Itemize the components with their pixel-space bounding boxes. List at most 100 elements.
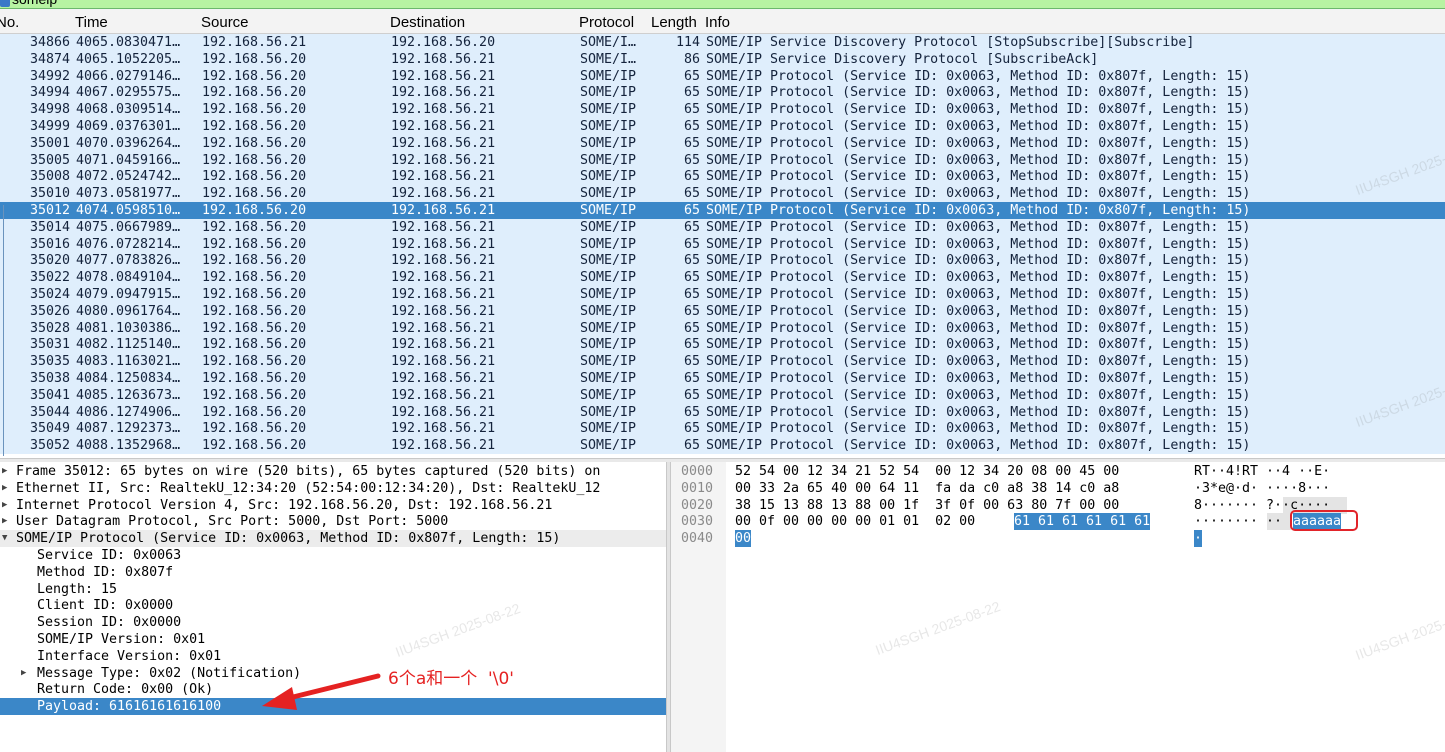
packet-destination: 192.168.56.21 xyxy=(391,169,496,185)
detail-label: Client ID: 0x0000 xyxy=(37,598,174,614)
packet-destination: 192.168.56.21 xyxy=(391,219,496,235)
detail-label: Message Type: 0x02 (Notification) xyxy=(37,665,302,681)
column-header-destination[interactable]: Destination xyxy=(390,14,465,31)
packet-row[interactable]: 35031 4082.1125140… 192.168.56.20 192.168.5… xyxy=(0,336,1445,354)
packet-row[interactable]: 35022 4078.0849104… 192.168.56.20 192.168.5… xyxy=(0,269,1445,287)
packet-no: 35016 xyxy=(29,236,70,252)
packet-length: 65 xyxy=(683,203,700,218)
packet-time: 4077.0783826… xyxy=(76,253,181,269)
packet-row[interactable]: 35038 4084.1250834… 192.168.56.20 192.168.5… xyxy=(0,370,1445,387)
detail-row[interactable]: Length: 15 xyxy=(0,581,666,598)
packet-row[interactable]: 35014 4075.0667989… 192.168.56.20 192.168.5… xyxy=(0,218,1445,236)
detail-row[interactable]: Service ID: 0x0063 xyxy=(0,547,666,564)
detail-row[interactable]: ▶ Frame 35012: 65 bytes on wire (520 bits… xyxy=(0,463,666,480)
display-filter-input[interactable]: someip xyxy=(12,0,57,7)
column-header-protocol[interactable]: Protocol xyxy=(579,14,634,31)
packet-source: 192.168.56.20 xyxy=(202,320,307,336)
packet-row[interactable]: 35041 4085.1263673… 192.168.56.20 192.168.5… xyxy=(0,386,1445,404)
packet-source: 192.168.56.20 xyxy=(202,354,307,370)
detail-label: Internet Protocol Version 4, Src: 192.16… xyxy=(16,497,553,513)
packet-destination: 192.168.56.21 xyxy=(391,102,496,118)
detail-row[interactable]: Client ID: 0x0000 xyxy=(0,597,666,614)
packet-source: 192.168.56.20 xyxy=(202,421,307,437)
packet-protocol: SOME/IP xyxy=(580,68,637,84)
packet-row[interactable]: 35010 4073.0581977… 192.168.56.20 192.168.5… xyxy=(0,185,1445,203)
packet-length: 65 xyxy=(683,354,700,370)
collapse-arrow-icon[interactable]: ▼ xyxy=(2,530,7,547)
detail-row[interactable]: ▶ Ethernet II, Src: RealtekU_12:34:20 (52… xyxy=(0,480,666,497)
packet-row[interactable]: 35028 4081.1030386… 192.168.56.20 192.168.5… xyxy=(0,319,1445,337)
expand-arrow-icon[interactable]: ▶ xyxy=(2,497,7,514)
packet-source: 192.168.56.20 xyxy=(202,68,307,84)
detail-row[interactable]: ▶ Message Type: 0x02 (Notification) xyxy=(0,665,666,682)
column-header-time[interactable]: Time xyxy=(75,14,108,31)
packet-time: 4067.0295575… xyxy=(76,85,181,101)
expand-arrow-icon[interactable]: ▶ xyxy=(21,665,26,682)
packet-row[interactable]: 35008 4072.0524742… 192.168.56.20 192.168.5… xyxy=(0,168,1445,186)
packet-length: 65 xyxy=(683,219,700,235)
packet-row[interactable]: 35052 4088.1352968… 192.168.56.20 192.168.5… xyxy=(0,437,1445,455)
packet-row[interactable]: 35035 4083.1163021… 192.168.56.20 192.168.5… xyxy=(0,353,1445,371)
packet-time: 4086.1274906… xyxy=(76,404,181,420)
column-header-info[interactable]: Info xyxy=(705,14,730,31)
packet-row[interactable]: 35020 4077.0783826… 192.168.56.20 192.168.5… xyxy=(0,252,1445,270)
column-header-length[interactable]: Length xyxy=(651,14,697,31)
bytes-row[interactable]: 0010 00 33 2a 65 40 00 64 11 fa da c0 a8 … xyxy=(671,480,1445,497)
packet-row[interactable]: 34992 4066.0279146… 192.168.56.20 192.168.5… xyxy=(0,67,1445,85)
packet-no: 35044 xyxy=(29,404,70,420)
detail-row[interactable]: SOME/IP Version: 0x01 xyxy=(0,631,666,648)
packet-bytes-pane[interactable]: 0000 52 54 00 12 34 21 52 54 00 12 34 20 … xyxy=(671,462,1445,752)
packet-row[interactable]: 35049 4087.1292373… 192.168.56.20 192.168.5… xyxy=(0,420,1445,438)
detail-row[interactable]: Payload: 61616161616100 xyxy=(0,698,666,716)
detail-row[interactable]: ▶ Internet Protocol Version 4, Src: 192.1… xyxy=(0,497,666,514)
detail-row[interactable]: Session ID: 0x0000 xyxy=(0,614,666,631)
packet-no: 34998 xyxy=(29,102,70,118)
packet-protocol: SOME/IP xyxy=(580,219,637,235)
detail-row[interactable]: Return Code: 0x00 (Ok) xyxy=(0,681,666,698)
bytes-hex: 38 15 13 88 13 88 00 1f 3f 0f 00 63 80 7… xyxy=(735,497,1120,513)
packet-no: 35005 xyxy=(29,152,70,168)
packet-row[interactable]: 34866 4065.0830471… 192.168.56.21 192.168.5… xyxy=(0,34,1445,51)
packet-row[interactable]: 35001 4070.0396264… 192.168.56.20 192.168.5… xyxy=(0,134,1445,152)
packet-row[interactable]: 35024 4079.0947915… 192.168.56.20 192.168.5… xyxy=(0,286,1445,303)
packet-list[interactable]: No. Time Source Destination Protocol Len… xyxy=(0,9,1445,458)
packet-row[interactable]: 35012 4074.0598510… 192.168.56.20 192.168.5… xyxy=(0,202,1445,219)
packet-info: SOME/IP Protocol (Service ID: 0x0063, Me… xyxy=(706,287,1251,302)
bytes-row[interactable]: 0000 52 54 00 12 34 21 52 54 00 12 34 20 … xyxy=(671,463,1445,480)
packet-protocol: SOME/IP xyxy=(580,152,637,168)
packet-time: 4066.0279146… xyxy=(76,68,181,84)
detail-row[interactable]: Method ID: 0x807f xyxy=(0,564,666,581)
filter-bookmark-icon[interactable] xyxy=(0,0,10,7)
expand-arrow-icon[interactable]: ▶ xyxy=(2,513,7,530)
bytes-offset: 0030 xyxy=(681,514,714,530)
packet-row[interactable]: 34874 4065.1052205… 192.168.56.20 192.168.5… xyxy=(0,50,1445,68)
column-header-source[interactable]: Source xyxy=(201,14,249,31)
packet-row[interactable]: 35005 4071.0459166… 192.168.56.20 192.168.5… xyxy=(0,151,1445,169)
packet-source: 192.168.56.20 xyxy=(202,102,307,118)
packet-row[interactable]: 34994 4067.0295575… 192.168.56.20 192.168.5… xyxy=(0,84,1445,102)
packet-row[interactable]: 35044 4086.1274906… 192.168.56.20 192.168.5… xyxy=(0,403,1445,421)
packet-details-tree[interactable]: ▶ Frame 35012: 65 bytes on wire (520 bits… xyxy=(0,462,666,752)
detail-row[interactable]: Interface Version: 0x01 xyxy=(0,648,666,665)
packet-time: 4065.0830471… xyxy=(76,35,181,50)
expand-arrow-icon[interactable]: ▶ xyxy=(2,463,7,480)
packet-row[interactable]: 35026 4080.0961764… 192.168.56.20 192.168.5… xyxy=(0,302,1445,320)
packet-destination: 192.168.56.21 xyxy=(391,371,496,386)
detail-row[interactable]: ▼ SOME/IP Protocol (Service ID: 0x0063, M… xyxy=(0,530,666,548)
packet-length: 65 xyxy=(683,135,700,151)
expand-arrow-icon[interactable]: ▶ xyxy=(2,480,7,497)
packet-row[interactable]: 34998 4068.0309514… 192.168.56.20 192.168.5… xyxy=(0,101,1445,119)
bytes-hex-selected: 00 xyxy=(735,530,752,548)
bytes-row[interactable]: 0040 00 · xyxy=(671,530,1445,548)
column-header-no[interactable]: No. xyxy=(0,14,19,31)
packet-row[interactable]: 34999 4069.0376301… 192.168.56.20 192.168.5… xyxy=(0,118,1445,135)
packet-protocol: SOME/IP xyxy=(580,371,637,386)
packet-no: 34992 xyxy=(29,68,70,84)
packet-row[interactable]: 35016 4076.0728214… 192.168.56.20 192.168.5… xyxy=(0,235,1445,253)
packet-time: 4081.1030386… xyxy=(76,320,181,336)
detail-row[interactable]: ▶ User Datagram Protocol, Src Port: 5000,… xyxy=(0,513,666,530)
packet-source: 192.168.56.20 xyxy=(202,152,307,168)
packet-list-header: No. Time Source Destination Protocol Len… xyxy=(0,9,1445,34)
display-filter-bar[interactable]: someip xyxy=(0,0,1445,9)
packet-length: 65 xyxy=(683,404,700,420)
